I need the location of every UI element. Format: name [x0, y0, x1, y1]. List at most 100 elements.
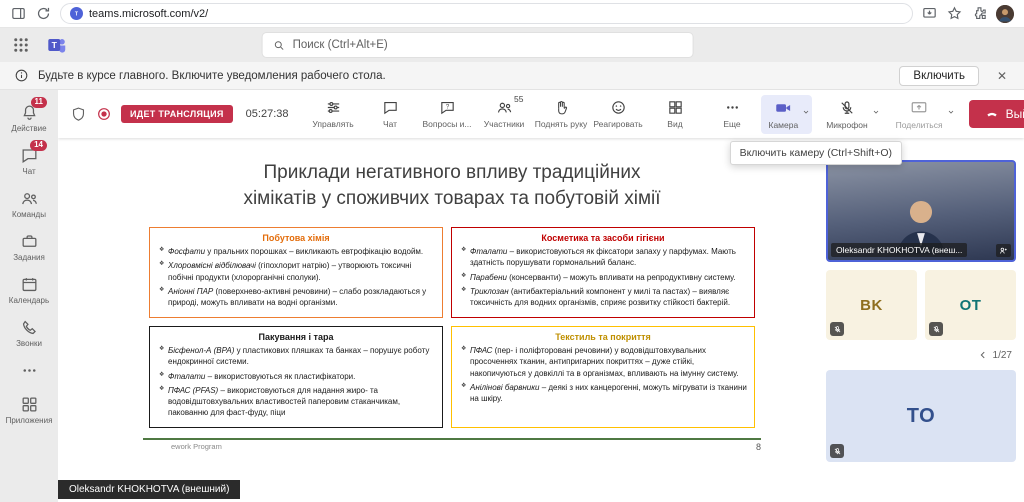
bullet: Анілінові барвники – деякі з них канцеро…: [461, 382, 747, 404]
sliders-icon: [325, 99, 342, 116]
browser-chrome: T teams.microsoft.com/v2/: [0, 0, 1024, 28]
more-ellipsis-icon: [724, 99, 741, 116]
pagination-prev-icon[interactable]: [978, 350, 988, 360]
mic-muted-icon: [929, 322, 943, 336]
enable-notifications-button[interactable]: Включить: [899, 66, 979, 86]
slide-title: Приклади негативного впливу традиційних …: [92, 160, 812, 211]
info-icon: [14, 68, 29, 83]
rail-label: Задания: [13, 253, 45, 262]
box-title: Пакування і тара: [157, 332, 435, 342]
participants-button[interactable]: 55 Участники: [476, 95, 533, 133]
raise-hand-button[interactable]: Поднять руку: [533, 95, 590, 133]
bullet: Бісфенол-А (BPA) у пластикових пляшках т…: [159, 345, 435, 367]
rail-item-assignments[interactable]: Задания: [0, 225, 58, 268]
hang-up-icon: [985, 107, 999, 121]
meeting-window: ИДЕТ ТРАНСЛЯЦИЯ 05:27:38 Управлять Чат ?…: [58, 90, 1024, 502]
participant-initials: OT: [960, 297, 982, 314]
participants-icon: [496, 99, 513, 116]
presenter-name-tag: Oleksandr KHOKHOTVA (внешний): [58, 480, 240, 499]
browser-profile-avatar[interactable]: [996, 5, 1014, 23]
search-icon: [273, 39, 286, 52]
rail-item-apps[interactable]: Приложения: [0, 388, 58, 431]
mic-muted-icon: [830, 444, 844, 458]
participant-initials: TO: [907, 405, 935, 428]
participant-tile-ot[interactable]: OT: [925, 270, 1016, 340]
address-bar[interactable]: T teams.microsoft.com/v2/: [60, 3, 913, 24]
box-cosmetics-hygiene: Косметика та засоби гігієни Фталати – ви…: [451, 227, 755, 318]
security-shield-icon: [70, 106, 87, 123]
view-grid-icon: [667, 99, 684, 116]
camera-chevron-icon[interactable]: [802, 103, 810, 111]
bullet: Фталати – використовуються як фіксатори …: [461, 246, 747, 268]
activity-badge: 11: [31, 97, 47, 108]
box-title: Побутова хімія: [157, 233, 435, 243]
rail-item-activity[interactable]: 11 Действие: [0, 96, 58, 139]
banner-close-icon[interactable]: ✕: [994, 68, 1010, 84]
react-label: Реагировать: [593, 119, 642, 129]
refresh-icon[interactable]: [35, 5, 52, 22]
teams-logo[interactable]: T: [46, 34, 68, 56]
bullet: ПФАС (пер- і поліфторовані речовини) у в…: [461, 345, 747, 379]
chat-icon: [382, 99, 399, 116]
install-app-icon[interactable]: [921, 5, 938, 22]
participant-tile-to[interactable]: TO: [826, 370, 1016, 462]
manage-button[interactable]: Управлять: [305, 95, 362, 133]
box-household-chemicals: Побутова хімія Фосфати у пральних порошк…: [149, 227, 443, 318]
bullet: ПФАС (PFAS) – використовуються для надан…: [159, 385, 435, 419]
camera-tooltip: Включить камеру (Ctrl+Shift+O): [730, 141, 902, 165]
recording-indicator-icon: [96, 106, 112, 122]
leave-button[interactable]: Выйти: [969, 100, 1024, 128]
raise-hand-label: Поднять руку: [535, 119, 588, 129]
slide-title-line1: Приклади негативного впливу традиційних: [92, 160, 812, 186]
rail-item-more[interactable]: [0, 354, 58, 388]
mic-chevron-icon[interactable]: [872, 103, 880, 111]
qa-button[interactable]: ? Вопросы и...: [419, 95, 476, 133]
search-placeholder: Поиск (Ctrl+Alt+E): [293, 39, 388, 51]
waffle-menu-icon[interactable]: [12, 36, 30, 54]
bullet: Триклозан (антибактеріальний компонент у…: [461, 286, 747, 308]
speaker-video-tile[interactable]: Oleksandr KHOKHOTVA (внеш...: [826, 160, 1016, 262]
teams-header: T Поиск (Ctrl+Alt+E): [0, 28, 1024, 62]
rail-label: Календарь: [9, 296, 49, 305]
box-packaging: Пакування і тара Бісфенол-А (BPA) у плас…: [149, 326, 443, 428]
participants-label: Участники: [484, 119, 525, 129]
rail-item-calendar[interactable]: Календарь: [0, 268, 58, 311]
svg-text:T: T: [52, 40, 58, 50]
rail-item-teams[interactable]: Команды: [0, 182, 58, 225]
tile-status-icon: [996, 244, 1011, 257]
meeting-timer: 05:27:38: [246, 108, 289, 120]
camera-button[interactable]: Камера: [761, 95, 813, 134]
bullet: Фталати – використовуються як пластифіка…: [159, 371, 435, 382]
chat-button[interactable]: Чат: [362, 95, 419, 133]
rail-label: Звонки: [16, 339, 42, 348]
tile-pagination: 1/27: [826, 348, 1016, 362]
meeting-stage: Приклади негативного впливу традиційних …: [58, 138, 1024, 502]
more-button[interactable]: Еще: [704, 95, 761, 133]
svg-text:T: T: [75, 11, 79, 17]
participant-initials: BK: [860, 297, 883, 314]
mic-button[interactable]: Микрофон: [818, 95, 881, 134]
rail-item-calls[interactable]: Звонки: [0, 311, 58, 354]
banner-message: Будьте в курсе главного. Включите уведом…: [38, 70, 386, 82]
meeting-toolbar: ИДЕТ ТРАНСЛЯЦИЯ 05:27:38 Управлять Чат ?…: [58, 90, 1024, 138]
bullet: Парабени (консерванти) – можуть впливати…: [461, 272, 747, 283]
view-button[interactable]: Вид: [647, 95, 704, 133]
bullet: Аніонні ПАР (поверхнево-активні речовини…: [159, 286, 435, 308]
slide-footer-logo-text: ework Program: [171, 442, 222, 451]
react-button[interactable]: Реагировать: [590, 95, 647, 133]
share-chevron-icon[interactable]: [947, 103, 955, 111]
extensions-puzzle-icon[interactable]: [971, 5, 988, 22]
rail-label: Чат: [22, 167, 35, 176]
share-button[interactable]: Поделиться: [888, 95, 957, 134]
bookmark-star-icon[interactable]: [946, 5, 963, 22]
left-rail: 11 Действие 14 Чат Команды Задания Кален…: [0, 90, 58, 502]
url-text: teams.microsoft.com/v2/: [89, 8, 208, 20]
box-title: Косметика та засоби гігієни: [459, 233, 747, 243]
rail-item-chat[interactable]: 14 Чат: [0, 139, 58, 182]
rail-label: Действие: [11, 124, 46, 133]
participant-tile-bk[interactable]: BK: [826, 270, 917, 340]
slide-footer: ework Program 8: [143, 438, 761, 452]
side-panel-icon[interactable]: [10, 5, 27, 22]
search-input[interactable]: Поиск (Ctrl+Alt+E): [263, 33, 693, 57]
teams-favicon: T: [70, 7, 83, 20]
